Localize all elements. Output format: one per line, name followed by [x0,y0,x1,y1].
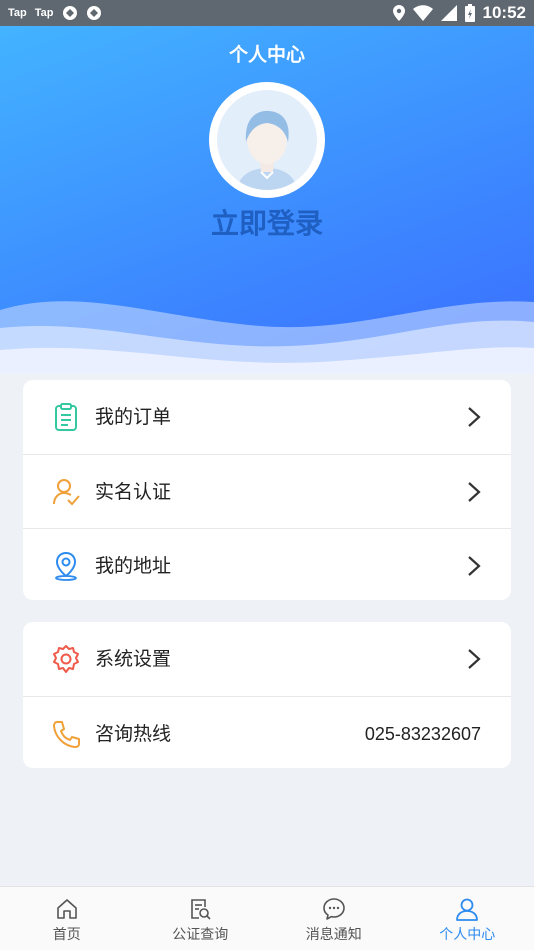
tap-app-indicator: Tap [8,7,27,19]
tab-label: 消息通知 [305,927,362,943]
hotline-number[interactable]: 025-83232607 [365,697,481,771]
tab-label: 个人中心 [439,927,496,943]
wifi-icon [412,5,433,21]
chevron-right-icon [468,407,481,427]
chevron-right-icon [468,482,481,502]
clipboard-icon [55,403,77,431]
sync-icon [86,6,101,20]
home-icon [56,899,77,919]
signal-icon [440,5,457,21]
tab-notary-query[interactable]: 公证查询 [134,887,268,950]
menu-item-hotline[interactable]: 咨询热线 025-83232607 [23,696,511,770]
tab-home[interactable]: 首页 [0,887,134,950]
login-button[interactable]: 立即登录 [0,202,534,242]
phone-icon [53,721,80,748]
sync-icon [62,6,77,20]
clock: 10:52 [482,3,526,22]
chat-bubble-icon [322,898,345,920]
tap-app-indicator: Tap [34,7,54,19]
menu-card-primary: 我的订单 实名认证 我的地址 [23,380,511,600]
battery-icon [464,4,475,22]
tab-profile[interactable]: 个人中心 [401,887,534,950]
menu-item-label: 实名认证 [95,481,172,503]
menu-item-settings[interactable]: 系统设置 [23,622,511,696]
menu-item-label: 咨询热线 [95,723,172,745]
menu-item-label: 系统设置 [95,648,172,670]
menu-card-secondary: 系统设置 咨询热线 025-83232607 [23,622,511,768]
wave-decoration [0,301,534,382]
user-check-icon [53,479,80,506]
person-icon [456,898,479,921]
tab-label: 公证查询 [172,927,229,943]
menu-item-orders[interactable]: 我的订单 [23,380,511,454]
menu-item-label: 我的订单 [95,406,172,428]
menu-item-label: 我的地址 [95,555,172,577]
profile-header: 个人中心 立即登录 [0,26,534,382]
tab-messages[interactable]: 消息通知 [267,887,401,950]
page-title: 个人中心 [228,44,305,66]
chevron-right-icon [468,649,481,669]
avatar[interactable] [209,82,325,198]
bottom-tab-bar: 首页 公证查询 消息通知 个人中心 [0,886,534,950]
menu-item-address[interactable]: 我的地址 [23,528,511,602]
location-pin-icon [55,551,77,581]
document-search-icon [191,899,211,920]
chevron-right-icon [468,556,481,576]
status-bar: Tap Tap 10:52 [0,0,534,26]
menu-item-verification[interactable]: 实名认证 [23,454,511,528]
location-icon [392,5,405,21]
default-avatar-icon [217,90,317,190]
gear-icon [53,645,79,673]
tab-label: 首页 [52,927,81,943]
